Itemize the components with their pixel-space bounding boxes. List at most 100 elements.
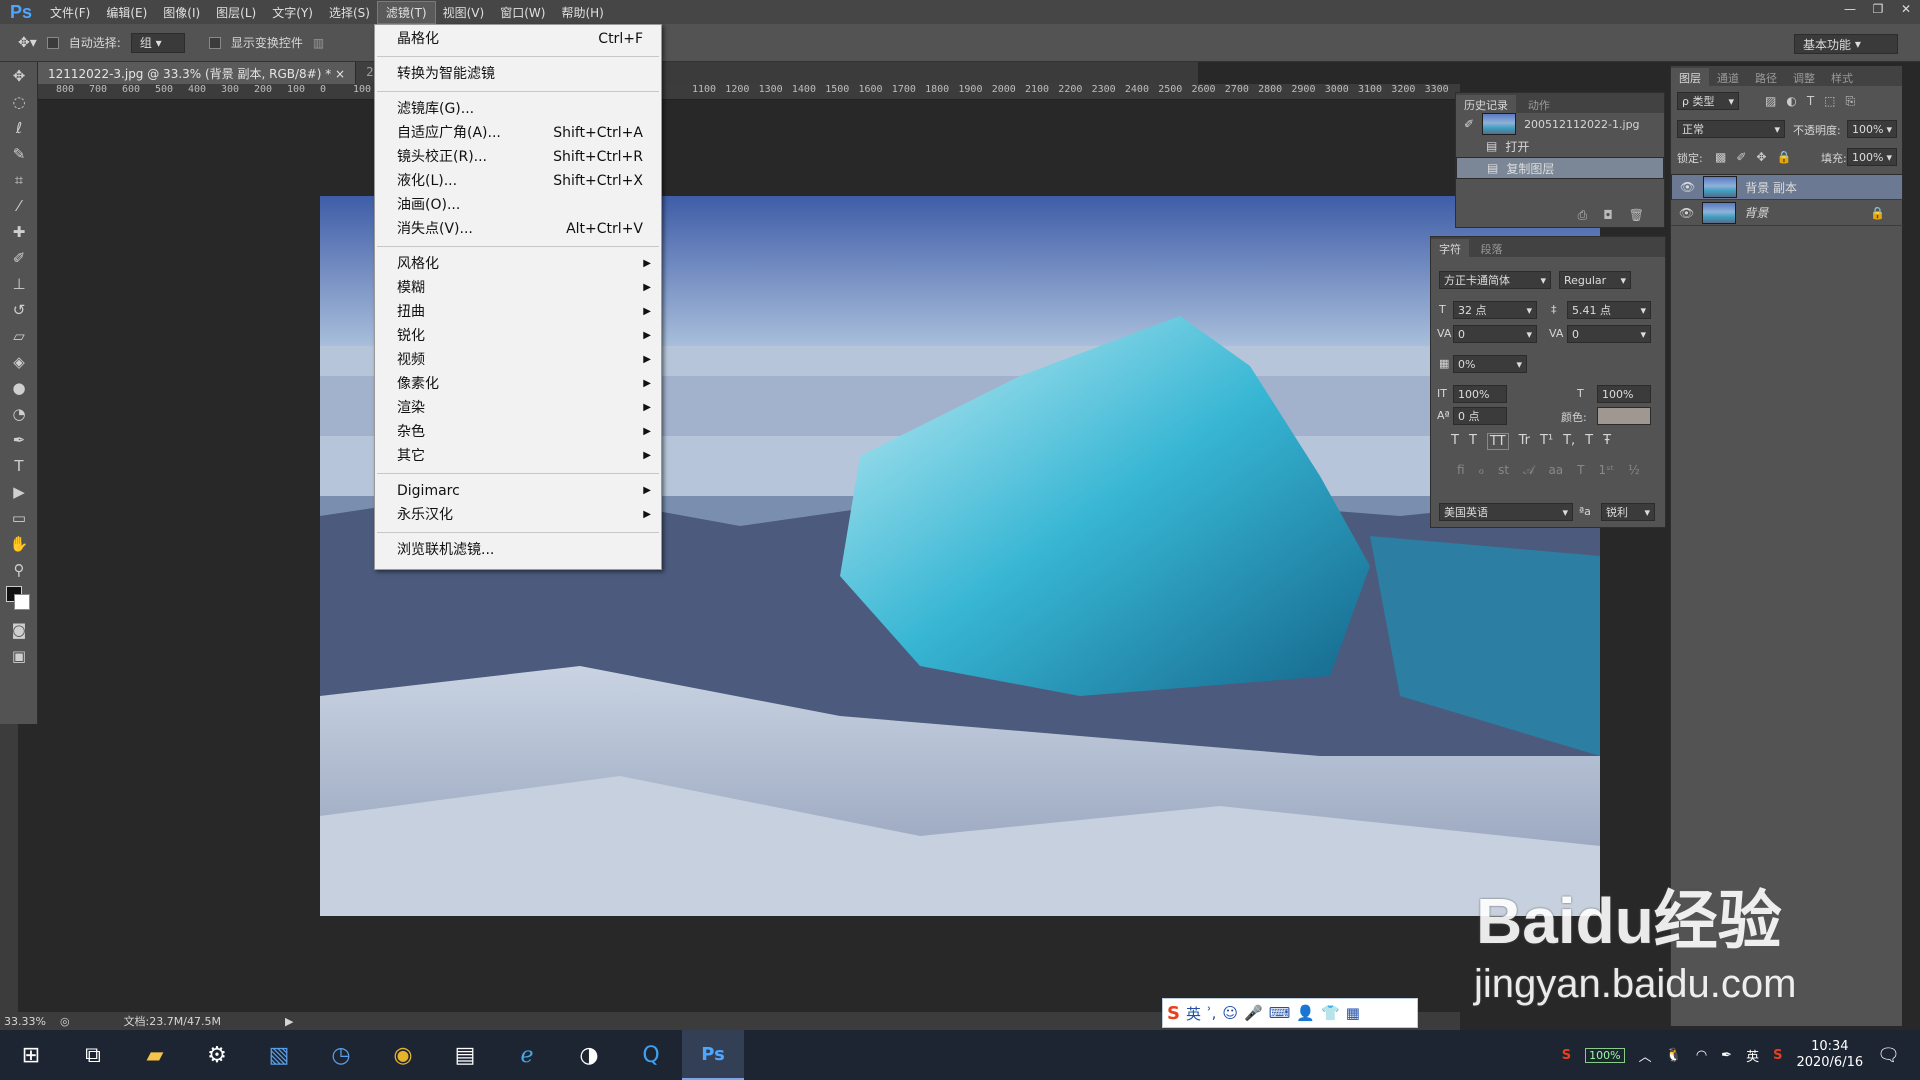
path-select-icon[interactable]: ▶ — [6, 480, 32, 504]
type-style-button[interactable]: Tr — [1519, 433, 1530, 450]
tab-layers-5[interactable]: 样式 — [1823, 68, 1861, 88]
skin-icon[interactable]: 👕 — [1321, 1004, 1340, 1022]
swash-icon[interactable]: 𝒜 — [1523, 463, 1534, 478]
filter-menu-item[interactable]: 扭曲 ▶ — [375, 300, 661, 324]
filter-menu-item[interactable]: 其它 ▶ — [375, 444, 661, 468]
grid-icon[interactable]: ▦ — [1346, 1004, 1360, 1022]
blur-icon[interactable]: ● — [6, 376, 32, 400]
lock-position-icon[interactable]: ✥ — [1756, 150, 1766, 164]
clock[interactable]: 10:34 2020/6/16 — [1796, 1039, 1863, 1071]
lasso-icon[interactable]: ℓ — [6, 116, 32, 140]
camera-icon[interactable]: ◘ — [1603, 208, 1613, 223]
pixel-filter-icon[interactable]: ▨ — [1765, 94, 1776, 109]
tab-actions[interactable]: 动作 — [1520, 95, 1558, 115]
tsume-input[interactable]: 0% ▾ — [1453, 355, 1527, 373]
lock-all-icon[interactable]: 🔒 — [1776, 150, 1791, 164]
chrome-icon[interactable]: ◉ — [372, 1030, 434, 1080]
font-family-dropdown[interactable]: 方正卡通简体 ▾ — [1439, 271, 1551, 289]
windows-start-icon[interactable]: ⊞ — [0, 1030, 62, 1080]
fill-input[interactable]: 100% ▾ — [1847, 148, 1897, 166]
qq-browser-icon[interactable]: Q — [620, 1030, 682, 1080]
menu-7[interactable]: 滤镜(T) — [376, 0, 436, 24]
filter-menu-item[interactable]: 滤镜库(G)... — [375, 97, 661, 121]
layer-filter-dropdown[interactable]: ρ 类型 ▾ — [1677, 92, 1739, 110]
auto-select-dropdown[interactable]: 组 ▾ — [130, 32, 185, 53]
type-style-button[interactable]: T — [1469, 433, 1477, 450]
keyboard-icon[interactable]: ⌨ — [1269, 1004, 1291, 1022]
sogou-tray-icon-2[interactable]: S — [1773, 1048, 1782, 1063]
qq-tray-icon[interactable]: 🐧 — [1666, 1048, 1682, 1063]
workspace-dropdown[interactable]: 基本功能 ▾ — [1794, 34, 1898, 54]
menu-1[interactable]: 文件(F) — [42, 2, 98, 23]
tab-layers-1[interactable]: 图层 — [1671, 68, 1709, 88]
ordinal-icon[interactable]: 1ˢᵗ — [1599, 463, 1615, 478]
auto-select-checkbox[interactable] — [46, 36, 59, 49]
blend-mode-dropdown[interactable]: 正常 ▾ — [1677, 120, 1785, 138]
dodge-icon[interactable]: ◔ — [6, 402, 32, 426]
text-color-swatch[interactable] — [1597, 407, 1651, 425]
task-view-icon[interactable]: ⧉ — [62, 1030, 124, 1080]
hand-icon[interactable]: ✋ — [6, 532, 32, 556]
photoshop-taskbar-icon[interactable]: Ps — [682, 1030, 744, 1080]
filter-menu-item[interactable]: 渲染 ▶ — [375, 396, 661, 420]
history-step-duplicate[interactable]: ▤ 复制图层 — [1456, 157, 1664, 179]
file-explorer-icon[interactable]: ▰ — [124, 1030, 186, 1080]
close-icon[interactable]: ✕ — [1892, 0, 1920, 18]
trash-icon[interactable]: 🗑 — [1629, 208, 1644, 223]
menu-8[interactable]: 视图(V) — [435, 2, 493, 23]
history-snapshot[interactable]: ✐ 200512112022-1.jpg — [1456, 113, 1664, 135]
move-tool-icon[interactable]: ✥▾ — [18, 35, 37, 51]
minimize-icon[interactable]: — — [1836, 0, 1864, 18]
filter-menu-item[interactable]: 风格化 ▶ — [375, 252, 661, 276]
filter-menu-item[interactable]: 油画(O)... — [375, 193, 661, 217]
opacity-input[interactable]: 100% ▾ — [1847, 120, 1897, 138]
filter-menu-item[interactable]: 消失点(V)... Alt+Ctrl+V — [375, 217, 661, 241]
mic-icon[interactable]: 🎤 — [1244, 1004, 1263, 1022]
quick-mask-icon[interactable]: ◙ — [6, 618, 32, 642]
fraction-icon[interactable]: ½ — [1628, 463, 1640, 478]
filter-menu-item[interactable]: Digimarc ▶ — [375, 479, 661, 503]
eyedropper-icon[interactable]: ⁄ — [6, 194, 32, 218]
tab-layers-2[interactable]: 通道 — [1709, 68, 1747, 88]
pen-tray-icon[interactable]: ✒ — [1721, 1048, 1732, 1063]
ie-icon[interactable]: ℯ — [496, 1030, 558, 1080]
kerning-input[interactable]: 0 ▾ — [1453, 325, 1537, 343]
tab-layers-3[interactable]: 路径 — [1747, 68, 1785, 88]
eye-icon[interactable]: 👁 — [1679, 206, 1694, 220]
type-style-button[interactable]: T — [1451, 433, 1459, 450]
media-app-icon[interactable]: ◑ — [558, 1030, 620, 1080]
horizontal-scale-input[interactable]: 100% — [1597, 385, 1651, 403]
smart-filter-icon[interactable]: ⎘ — [1846, 94, 1856, 109]
notification-icon[interactable]: 🗨 — [1877, 1045, 1900, 1066]
contextual-icon[interactable]: ℴ — [1479, 463, 1485, 478]
ligature-icon[interactable]: fi — [1457, 463, 1465, 478]
filter-menu-item[interactable]: 转换为智能滤镜 — [375, 62, 661, 86]
sogou-tray-icon[interactable]: S — [1562, 1048, 1571, 1063]
tray-lang[interactable]: 英 — [1746, 1046, 1759, 1065]
eye-icon[interactable]: 👁 — [1680, 180, 1695, 194]
rectangle-icon[interactable]: ▭ — [6, 506, 32, 530]
store-icon[interactable]: ▤ — [434, 1030, 496, 1080]
type-style-button[interactable]: Ŧ — [1603, 433, 1611, 450]
screen-mode-icon[interactable]: ▣ — [6, 644, 32, 668]
menu-6[interactable]: 选择(S) — [321, 2, 378, 23]
font-size-input[interactable]: 32 点 ▾ — [1453, 301, 1537, 319]
healing-icon[interactable]: ✚ — [6, 220, 32, 244]
restore-icon[interactable]: ❐ — [1864, 0, 1892, 18]
filter-menu-item[interactable]: 自适应广角(A)... Shift+Ctrl+A — [375, 121, 661, 145]
tab-history[interactable]: 历史记录 — [1456, 95, 1516, 115]
type-style-button[interactable]: T¹ — [1540, 433, 1553, 450]
color-swatch-icon[interactable] — [6, 584, 32, 616]
chevron-up-icon[interactable]: ︿ — [1639, 1046, 1652, 1065]
font-style-dropdown[interactable]: Regular ▾ — [1559, 271, 1631, 289]
menu-10[interactable]: 帮助(H) — [553, 2, 611, 23]
network-icon[interactable]: ◠ — [1696, 1048, 1707, 1063]
history-brush-icon[interactable]: ↺ — [6, 298, 32, 322]
filter-menu-item[interactable]: 晶格化 Ctrl+F — [375, 27, 661, 51]
tab-character[interactable]: 字符 — [1431, 239, 1469, 259]
clock-app-icon[interactable]: ◷ — [310, 1030, 372, 1080]
discretionary-icon[interactable]: st — [1498, 463, 1509, 478]
type-style-button[interactable]: T — [1585, 433, 1593, 450]
titling-icon[interactable]: T — [1577, 463, 1584, 478]
tab-paragraph[interactable]: 段落 — [1473, 239, 1511, 259]
